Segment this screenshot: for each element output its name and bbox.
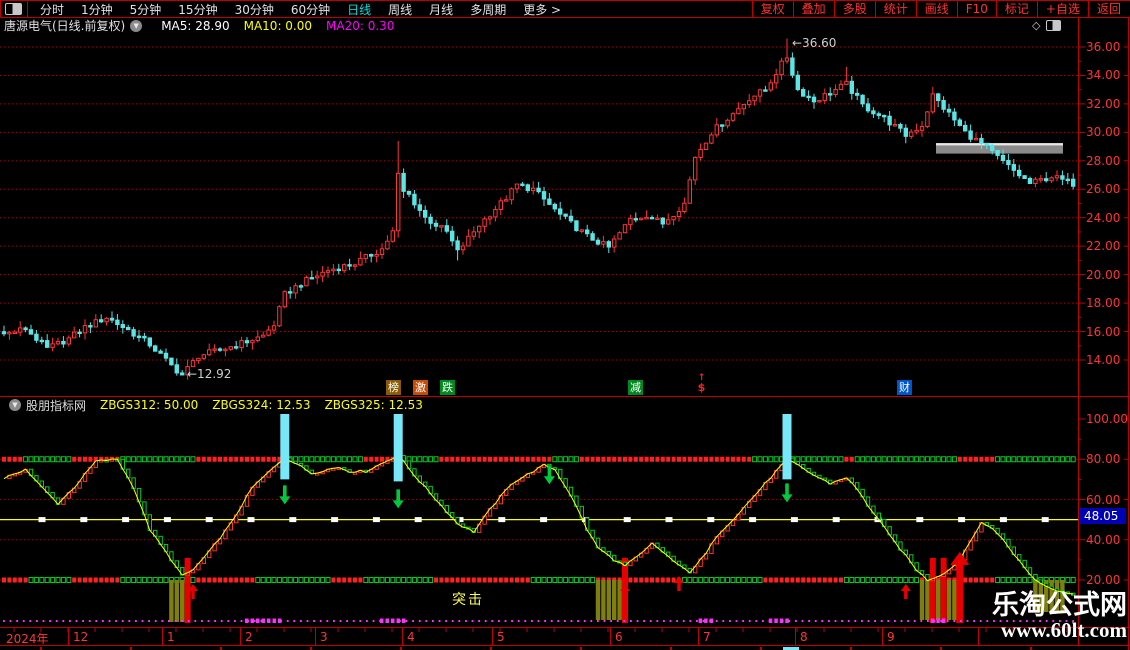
chart-button-dollar[interactable]: $ ↑ [694,373,709,395]
x-axis-month-label: 12 [73,630,89,644]
candlestick-series [1,38,1076,380]
top-menu-bar: 分时 1分钟 5分钟 15分钟 30分钟 60分钟 日线 周线 月线 多周期 更多 > 复权 叠加 多股… [0,0,1130,18]
drawn-line-white[interactable] [936,143,1063,146]
low-price-annotation: ←12.92 [187,367,232,381]
tool-draw-line[interactable]: 画线 [915,1,957,17]
x-axis-month-label: 5 [497,630,505,644]
tool-overlay[interactable]: 叠加 [792,1,834,17]
price-axis-label: 24.00 [1086,210,1121,225]
chart-button-finance[interactable]: 财 [897,380,912,395]
ma-label-1: MA5: 28.90 [161,18,230,33]
menu-divider [27,1,28,17]
chart-button-ranking[interactable]: 榜 [386,380,401,395]
period-tab-60min[interactable]: 60分钟 [291,1,330,18]
period-tab-multi-period[interactable]: 多周期 [470,1,506,18]
period-tab-1min[interactable]: 1分钟 [81,1,113,18]
x-axis-month-label: 9 [887,630,895,644]
x-axis-month-label: 2024年 [6,632,49,646]
diamond-icon[interactable]: ◇ [1032,20,1040,31]
tool-multi-stock[interactable]: 多股 [833,1,875,17]
ma-label-2: MA10: 0.00 [243,18,313,33]
x-axis-month-label: 3 [320,630,328,644]
indicator-axis-label: 100.00 [1086,412,1128,426]
watermark-url: www.60lt.com [1001,618,1127,643]
indicator-source-label: 股朋指标网 [26,398,87,413]
indicator-axis-label: 40.00 [1086,532,1121,547]
signal-text-label: 突击 [452,592,484,608]
green-down-arrow-icon [781,483,793,503]
period-tab-more[interactable]: 更多 > [523,1,561,18]
chevron-down-icon[interactable]: ▼ [130,19,143,32]
high-price-annotation: ←36.60 [792,36,837,50]
cyan-signal-bar [782,414,792,480]
title-bar-icons: ◇ [1032,19,1062,32]
chevron-down-icon[interactable]: ▼ [9,399,21,411]
x-axis-month-label: 8 [800,630,808,644]
watermark-site-name: 乐淘公式网 [992,590,1127,621]
period-tab-daily[interactable]: 日线 [347,1,371,18]
price-axis-label: 28.00 [1086,153,1121,168]
indicator-param-2: ZBGS324: 12.53 [212,398,311,412]
price-axis-label: 16.00 [1086,324,1121,339]
chart-button-fall[interactable]: 跌 [440,380,455,395]
indicator-axis-label: 60.00 [1086,492,1121,507]
tool-add-watchlist[interactable]: +自选 [1036,1,1088,17]
tool-mark[interactable]: 标记 [995,1,1037,17]
price-axis-label: 34.00 [1086,68,1121,83]
period-tab-weekly[interactable]: 周线 [388,1,412,18]
trading-terminal-window: 分时 1分钟 5分钟 15分钟 30分钟 60分钟 日线 周线 月线 多周期 更多 > 复权 叠加 多股… [0,0,1130,650]
price-axis-label: 18.00 [1086,296,1121,311]
indicator-values: ZBGS312: 50.00 ZBGS324: 12.53 ZBGS325: 12.… [86,398,423,412]
price-axis-label: 36.00 [1086,40,1121,54]
indicator-header: ▼ 股朋指标网 ZBGS312: 50.00 ZBGS324: 12.53 ZBGS… [4,398,423,413]
window-layout-icon[interactable] [5,3,22,15]
up-arrow-icon: ↑ [697,373,706,383]
red-up-arrow-icon [900,584,911,600]
price-axis-label: 32.00 [1086,96,1121,111]
price-axis-label: 20.00 [1086,267,1121,282]
period-tab-30min[interactable]: 30分钟 [235,1,274,18]
price-axis-label: 14.00 [1086,352,1121,367]
cyan-signal-bar [280,414,290,480]
ma-label-3: MA20: 0.30 [326,18,395,33]
ma-indicator-labels: MA5: 28.90 MA10: 0.00 MA20: 0.30 [147,19,394,33]
period-tab-15min[interactable]: 15分钟 [178,1,217,18]
chart-title: 唐源电气(日线.前复权) [4,19,126,33]
toolbar-menu: 复权 叠加 多股 统计 画线 F10 标记 +自选 返回 [751,1,1129,17]
tool-adjust[interactable]: 复权 [751,1,793,17]
period-tabs: 分时 1分钟 5分钟 15分钟 30分钟 60分钟 日线 周线 月线 多周期 更多 > [40,1,561,18]
green-down-arrow-icon [279,485,291,505]
indicator-ribbon [3,454,1076,596]
signal-markers [3,414,1074,623]
panel-layout-icon[interactable] [1046,20,1062,31]
main-grid [0,46,1129,361]
x-axis-month-label: 6 [615,630,623,644]
chart-button-surge[interactable]: 激 [413,380,428,395]
price-axis-label: 30.00 [1086,125,1121,140]
indicator-param-3: ZBGS325: 12.53 [324,398,423,412]
x-axis-month-label: 2 [245,630,253,644]
period-tab-5min[interactable]: 5分钟 [130,1,162,18]
tool-statistics[interactable]: 统计 [874,1,916,17]
period-tab-monthly[interactable]: 月线 [429,1,453,18]
chart-button-reduce[interactable]: 减 [628,380,643,395]
green-down-arrow-icon [392,489,404,509]
chart-title-bar: 唐源电气(日线.前复权) ▼ MA5: 28.90 MA10: 0.00 MA20:… [4,19,394,34]
chart-canvas [0,0,1130,650]
price-axis-label: 22.00 [1086,239,1121,254]
period-tab-timeshare[interactable]: 分时 [40,1,64,18]
x-axis-month-label: 7 [703,630,711,644]
x-axis-month-label: 1 [167,630,175,644]
current-value-badge: 48.05 [1080,508,1126,524]
x-axis-month-label: 4 [407,630,415,644]
cyan-signal-bar [393,414,403,482]
price-axis-label: 26.00 [1086,182,1121,197]
indicator-axis-label: 80.00 [1086,452,1121,467]
watermark: 乐淘公式网 www.60lt.com [992,590,1127,643]
indicator-axis-label: 20.00 [1086,573,1121,587]
tool-f10[interactable]: F10 [956,1,996,17]
indicator-param-1: ZBGS312: 50.00 [100,398,199,412]
tool-back[interactable]: 返回 [1087,1,1129,17]
